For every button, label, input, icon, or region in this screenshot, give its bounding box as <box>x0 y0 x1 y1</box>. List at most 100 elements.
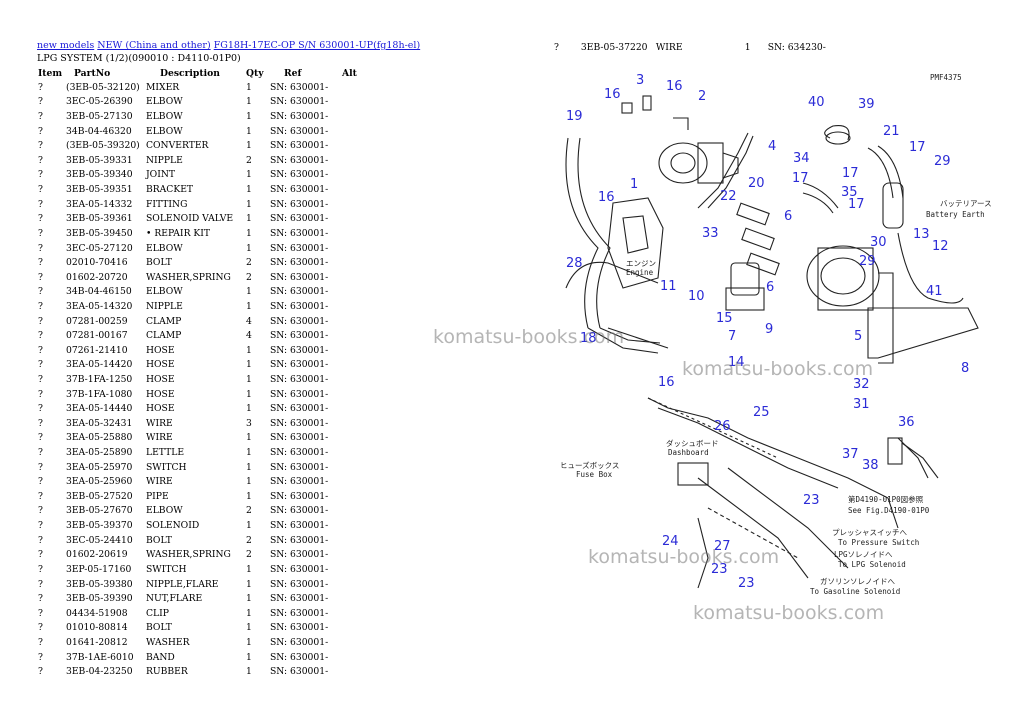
callout-16d: 16 <box>658 375 675 390</box>
qty-cell: 1 <box>246 388 252 400</box>
callout-13: 13 <box>913 227 930 242</box>
description-cell: HOSE <box>146 344 175 356</box>
item-cell: ? <box>38 286 43 298</box>
table-row: ? 3EB-05-39380 NIPPLE,FLARE 1 SN: 630001- <box>38 577 357 592</box>
partno-cell: 3EB-04-23250 <box>66 666 133 678</box>
partno-cell: 3EP-05-17160 <box>66 563 132 575</box>
item-cell: ? <box>38 184 43 196</box>
callout-6a: 6 <box>784 209 792 224</box>
item-cell: ? <box>38 476 43 488</box>
qty-cell: 1 <box>246 622 252 634</box>
description-cell: BRACKET <box>146 184 194 196</box>
callout-28: 28 <box>566 256 583 271</box>
table-row: ? 3EB-05-39340 JOINT 1 SN: 630001- <box>38 168 357 183</box>
partno-cell: 3EC-05-26390 <box>66 96 133 108</box>
qty-cell: 4 <box>246 315 252 327</box>
qty-cell: 1 <box>246 344 252 356</box>
table-row: ? (3EB-05-39320) CONVERTER 1 SN: 630001- <box>38 138 357 153</box>
ref-cell: SN: 630001- <box>270 257 329 269</box>
description-cell: MIXER <box>146 81 180 93</box>
description-cell: CLAMP <box>146 330 182 342</box>
table-row: ? 01602-20619 WASHER,SPRING 2 SN: 630001- <box>38 548 357 563</box>
item-cell: ? <box>38 198 43 210</box>
callout-32: 32 <box>853 377 870 392</box>
qty-cell: 1 <box>246 286 252 298</box>
parts-table-body: ? (3EB-05-32120) MIXER 1 SN: 630001-? 3EC-05-… <box>38 80 357 679</box>
qty-cell: 1 <box>246 140 252 152</box>
ref-cell: SN: 630001- <box>270 417 329 429</box>
partno-cell: (3EB-05-32120) <box>66 81 140 93</box>
ref-cell: SN: 630001- <box>270 563 329 575</box>
partno-cell: 07281-00167 <box>66 330 128 342</box>
partno-cell: 01602-20619 <box>66 549 128 561</box>
table-row: ? 37B-1AE-6010 BAND 1 SN: 630001- <box>38 650 357 665</box>
callout-36: 36 <box>898 415 915 430</box>
breadcrumb-link-new-models[interactable]: new models <box>37 40 94 51</box>
description-cell: WASHER,SPRING <box>146 271 231 283</box>
table-row: ? 3EA-05-25970 SWITCH 1 SN: 630001- <box>38 460 357 475</box>
description-cell: SOLENOID VALVE <box>146 213 234 225</box>
ref-cell: SN: 630001- <box>270 169 329 181</box>
description-cell: CONVERTER <box>146 140 209 152</box>
qty-cell: 1 <box>246 578 252 590</box>
ref-cell: SN: 630001- <box>270 300 329 312</box>
extra-partno: 3EB-05-37220 <box>580 42 648 53</box>
table-row: ? 3EB-05-39450 • REPAIR KIT 1 SN: 630001- <box>38 226 357 241</box>
description-cell: BOLT <box>146 257 172 269</box>
description-cell: NIPPLE <box>146 154 183 166</box>
description-cell: WIRE <box>146 432 173 444</box>
item-cell: ? <box>38 593 43 605</box>
qty-cell: 2 <box>246 505 252 517</box>
col-partno-header: PartNo <box>74 67 111 79</box>
breadcrumb-link-model[interactable]: FG18H-17EC-OP S/N 630001-UP(fg18h-el) <box>214 40 420 51</box>
partno-cell: 3EA-05-25970 <box>66 461 133 473</box>
callout-16b: 16 <box>666 79 683 94</box>
note-engine-jp: エンジン <box>626 259 656 268</box>
table-row: ? 3EA-05-25880 WIRE 1 SN: 630001- <box>38 431 357 446</box>
ref-cell: SN: 630001- <box>270 96 329 108</box>
qty-cell: 1 <box>246 227 252 239</box>
parts-diagram: 1 2 3 4 5 6 6 7 8 9 10 11 12 13 14 15 16… <box>560 73 992 596</box>
callout-23a: 23 <box>803 493 820 508</box>
callout-17c: 17 <box>909 140 926 155</box>
note-gas: To Gasoline Solenoid <box>810 587 900 596</box>
description-cell: SWITCH <box>146 461 187 473</box>
parts-table: Item PartNo Description Qty Ref Alt ? (3E… <box>38 66 357 679</box>
qty-cell: 2 <box>246 534 252 546</box>
partno-cell: 01602-20720 <box>66 271 128 283</box>
description-cell: ELBOW <box>146 505 183 517</box>
item-cell: ? <box>38 636 43 648</box>
qty-cell: 2 <box>246 271 252 283</box>
ref-cell: SN: 630001- <box>270 520 329 532</box>
item-cell: ? <box>38 81 43 93</box>
callout-29b: 29 <box>859 254 876 269</box>
description-cell: FITTING <box>146 198 188 210</box>
description-cell: LETTLE <box>146 447 185 459</box>
note-battery: Battery Earth <box>926 210 985 219</box>
callout-12: 12 <box>932 239 949 254</box>
table-row: ? 02010-70416 BOLT 2 SN: 630001- <box>38 255 357 270</box>
qty-cell: 3 <box>246 417 252 429</box>
callout-16c: 16 <box>598 190 615 205</box>
table-row: ? 01010-80814 BOLT 1 SN: 630001- <box>38 621 357 636</box>
table-row: ? 3EA-05-32431 WIRE 3 SN: 630001- <box>38 416 357 431</box>
qty-cell: 1 <box>246 651 252 663</box>
description-cell: HOSE <box>146 373 175 385</box>
item-cell: ? <box>38 227 43 239</box>
partno-cell: 3EA-05-25960 <box>66 476 133 488</box>
breadcrumb-link-new-china[interactable]: NEW (China and other) <box>97 40 210 51</box>
table-row: ? 07281-00259 CLAMP 4 SN: 630001- <box>38 314 357 329</box>
partno-cell: 3EB-05-39351 <box>66 184 133 196</box>
ref-cell: SN: 630001- <box>270 651 329 663</box>
extra-item: ? <box>554 42 559 53</box>
table-row: ? (3EB-05-32120) MIXER 1 SN: 630001- <box>38 80 357 95</box>
item-cell: ? <box>38 417 43 429</box>
callout-27: 27 <box>714 539 731 554</box>
description-cell: ELBOW <box>146 111 183 123</box>
ref-cell: SN: 630001- <box>270 213 329 225</box>
ref-cell: SN: 630001- <box>270 184 329 196</box>
qty-cell: 1 <box>246 198 252 210</box>
note-pressure-jp: プレッシャスイッチへ <box>832 528 907 537</box>
partno-cell: 3EB-05-39331 <box>66 154 133 166</box>
qty-cell: 1 <box>246 125 252 137</box>
